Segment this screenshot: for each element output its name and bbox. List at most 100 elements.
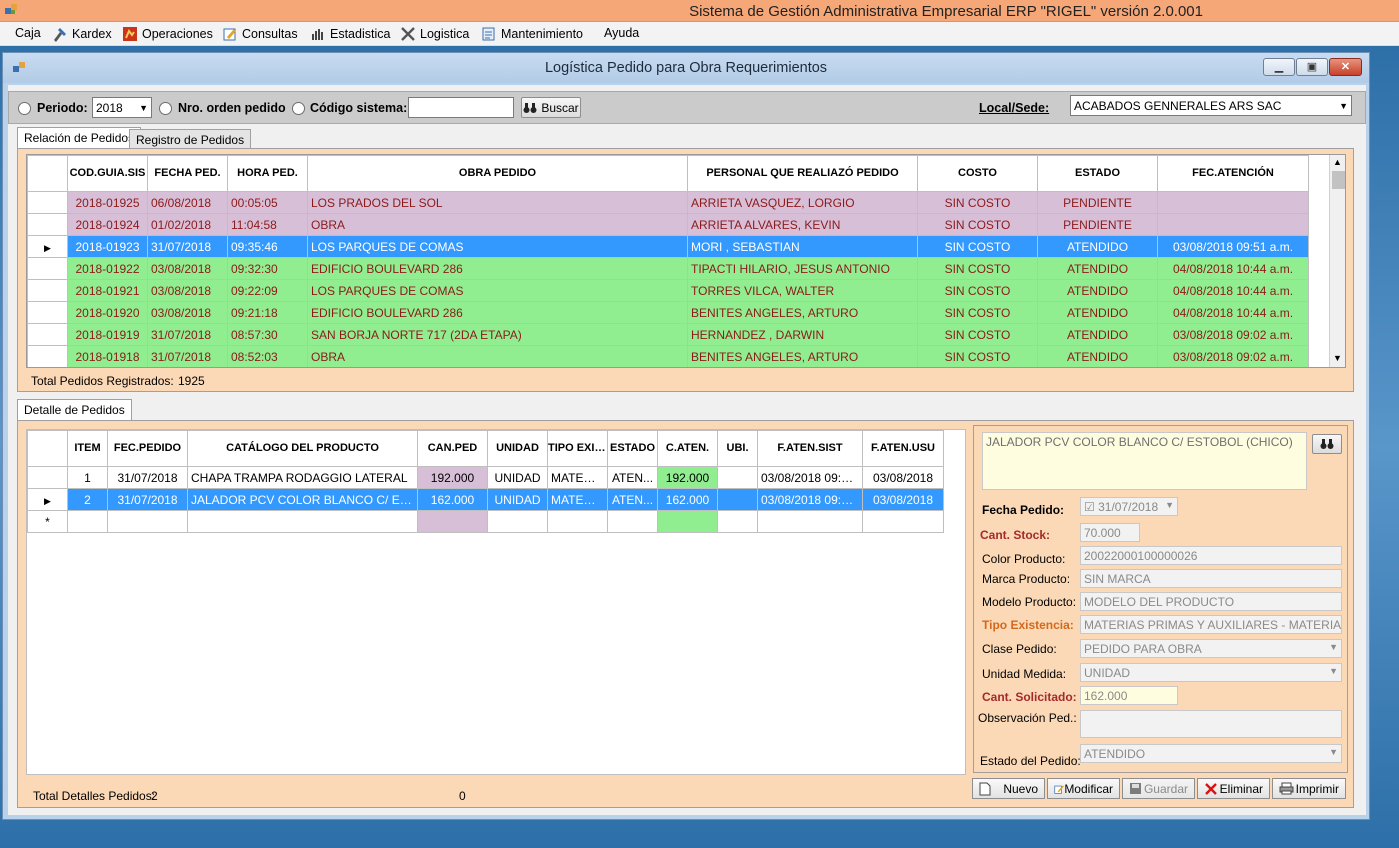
- row-header[interactable]: ▶: [27, 235, 68, 258]
- order-cod[interactable]: 2018-01919: [67, 323, 148, 346]
- row-header[interactable]: [27, 213, 68, 236]
- detail-new-cell[interactable]: [547, 510, 608, 533]
- detail-new-cell[interactable]: [757, 510, 863, 533]
- obs-field[interactable]: [1080, 710, 1342, 738]
- row-header[interactable]: [27, 191, 68, 214]
- menu-estadistica[interactable]: Estadistica: [310, 26, 390, 42]
- detail-row[interactable]: ▶ 2 31/07/2018 JALADOR PCV COLOR BLANCO C/ …: [27, 488, 944, 511]
- periodo-radio[interactable]: [18, 102, 31, 115]
- col-header[interactable]: HORA PED.: [227, 155, 308, 192]
- order-personal[interactable]: ARRIETA ALVARES, KEVIN: [687, 213, 918, 236]
- detail-row[interactable]: 1 31/07/2018 CHAPA TRAMPA RODAGGIO LATERAL…: [27, 466, 944, 489]
- order-costo[interactable]: SIN COSTO: [917, 323, 1038, 346]
- detail-fsist[interactable]: 03/08/2018 09:51 a.m.: [757, 466, 863, 489]
- col-header[interactable]: F.ATEN.SIST: [757, 430, 863, 467]
- clase-select[interactable]: PEDIDO PARA OBRA ▼: [1080, 639, 1342, 658]
- order-obra[interactable]: LOS PARQUES DE COMAS: [307, 279, 688, 302]
- order-hora[interactable]: 09:32:30: [227, 257, 308, 280]
- orders-scrollbar[interactable]: ▲ ▼: [1329, 155, 1345, 367]
- modificar-button[interactable]: Modificar: [1047, 778, 1120, 799]
- minimize-button[interactable]: ▁: [1263, 58, 1295, 76]
- order-cod[interactable]: 2018-01923: [67, 235, 148, 258]
- order-hora[interactable]: 11:04:58: [227, 213, 308, 236]
- order-obra[interactable]: EDIFICIO BOULEVARD 286: [307, 257, 688, 280]
- new-row-marker[interactable]: *: [27, 510, 68, 533]
- order-hora[interactable]: 00:05:05: [227, 191, 308, 214]
- menu-kardex[interactable]: Kardex: [52, 26, 112, 42]
- estado-select[interactable]: ATENDIDO ▼: [1080, 744, 1342, 763]
- order-fec-atencion[interactable]: 04/08/2018 10:44 a.m.: [1157, 301, 1309, 324]
- row-header[interactable]: [27, 257, 68, 280]
- order-personal[interactable]: TORRES VILCA, WALTER: [687, 279, 918, 302]
- order-row[interactable]: 2018-01920 03/08/2018 09:21:18 EDIFICIO BOU…: [27, 301, 1309, 324]
- order-row[interactable]: 2018-01918 31/07/2018 08:52:03 OBRA BENITES …: [27, 345, 1309, 367]
- detail-estado[interactable]: ATEN...: [607, 466, 658, 489]
- order-row[interactable]: 2018-01922 03/08/2018 09:32:30 EDIFICIO BOU…: [27, 257, 1309, 280]
- order-obra[interactable]: SAN BORJA NORTE 717 (2DA ETAPA): [307, 323, 688, 346]
- order-hora[interactable]: 09:22:09: [227, 279, 308, 302]
- order-fec-atencion[interactable]: 03/08/2018 09:02 a.m.: [1157, 345, 1309, 367]
- product-search-button[interactable]: [1312, 434, 1342, 454]
- order-fec-atencion[interactable]: 04/08/2018 10:44 a.m.: [1157, 257, 1309, 280]
- order-personal[interactable]: MORI , SEBASTIAN: [687, 235, 918, 258]
- eliminar-button[interactable]: Eliminar: [1197, 778, 1270, 799]
- buscar-button[interactable]: Buscar: [521, 97, 581, 118]
- order-personal[interactable]: TIPACTI HILARIO, JESUS ANTONIO: [687, 257, 918, 280]
- maximize-button[interactable]: ▣: [1296, 58, 1328, 76]
- detail-ubi[interactable]: [717, 488, 758, 511]
- row-header[interactable]: [27, 279, 68, 302]
- nro-orden-radio[interactable]: [159, 102, 172, 115]
- order-costo[interactable]: SIN COSTO: [917, 279, 1038, 302]
- order-fecha[interactable]: 03/08/2018: [147, 301, 228, 324]
- detail-can[interactable]: 192.000: [417, 466, 488, 489]
- order-obra[interactable]: OBRA: [307, 345, 688, 367]
- chevron-down-icon[interactable]: ▼: [1333, 353, 1342, 363]
- col-header[interactable]: TIPO EXIST.: [547, 430, 608, 467]
- col-header[interactable]: ITEM: [67, 430, 108, 467]
- order-obra[interactable]: OBRA: [307, 213, 688, 236]
- order-costo[interactable]: SIN COSTO: [917, 345, 1038, 367]
- order-estado[interactable]: ATENDIDO: [1037, 257, 1158, 280]
- order-fec-atencion[interactable]: [1157, 191, 1309, 214]
- order-fec-atencion[interactable]: [1157, 213, 1309, 236]
- detail-new-cell[interactable]: [607, 510, 658, 533]
- detail-fusu[interactable]: 03/08/2018: [862, 488, 944, 511]
- chevron-up-icon[interactable]: ▲: [1333, 157, 1342, 167]
- row-header[interactable]: ▶: [27, 488, 68, 511]
- col-header[interactable]: CATÁLOGO DEL PRODUCTO: [187, 430, 418, 467]
- order-hora[interactable]: 09:21:18: [227, 301, 308, 324]
- solicitado-field[interactable]: 162.000: [1080, 686, 1178, 705]
- order-fecha[interactable]: 03/08/2018: [147, 257, 228, 280]
- order-estado[interactable]: ATENDIDO: [1037, 323, 1158, 346]
- menu-consultas[interactable]: Consultas: [222, 26, 298, 42]
- detail-ubi[interactable]: [717, 466, 758, 489]
- order-row[interactable]: 2018-01919 31/07/2018 08:57:30 SAN BORJA NO…: [27, 323, 1309, 346]
- order-costo[interactable]: SIN COSTO: [917, 257, 1038, 280]
- detail-new-cell[interactable]: [657, 510, 718, 533]
- order-obra[interactable]: LOS PRADOS DEL SOL: [307, 191, 688, 214]
- detail-catalogo[interactable]: CHAPA TRAMPA RODAGGIO LATERAL: [187, 466, 418, 489]
- order-personal[interactable]: BENITES ANGELES, ARTURO: [687, 345, 918, 367]
- nuevo-button[interactable]: Nuevo: [972, 778, 1045, 799]
- detail-fusu[interactable]: 03/08/2018: [862, 466, 944, 489]
- col-header[interactable]: UBI.: [717, 430, 758, 467]
- col-header[interactable]: COSTO: [917, 155, 1038, 192]
- detail-new-cell[interactable]: [107, 510, 188, 533]
- codigo-input[interactable]: [408, 97, 514, 118]
- col-header[interactable]: OBRA PEDIDO: [307, 155, 688, 192]
- detail-fec[interactable]: 31/07/2018: [107, 488, 188, 511]
- order-fec-atencion[interactable]: 03/08/2018 09:51 a.m.: [1157, 235, 1309, 258]
- order-row[interactable]: ▶ 2018-01923 31/07/2018 09:35:46 LOS PARQUES…: [27, 235, 1309, 258]
- order-fecha[interactable]: 06/08/2018: [147, 191, 228, 214]
- order-cod[interactable]: 2018-01921: [67, 279, 148, 302]
- order-estado[interactable]: ATENDIDO: [1037, 301, 1158, 324]
- tipo-select[interactable]: MATERIAS PRIMAS Y AUXILIARES - MATERIAL▼: [1080, 615, 1342, 634]
- detail-new-row[interactable]: *: [27, 510, 944, 533]
- order-cod[interactable]: 2018-01920: [67, 301, 148, 324]
- col-header[interactable]: FEC.ATENCIÓN: [1157, 155, 1309, 192]
- order-fecha[interactable]: 03/08/2018: [147, 279, 228, 302]
- local-select[interactable]: ACABADOS GENNERALES ARS SAC ▼: [1070, 95, 1352, 116]
- order-estado[interactable]: ATENDIDO: [1037, 235, 1158, 258]
- unidad-select[interactable]: UNIDAD ▼: [1080, 663, 1342, 682]
- col-header[interactable]: UNIDAD: [487, 430, 548, 467]
